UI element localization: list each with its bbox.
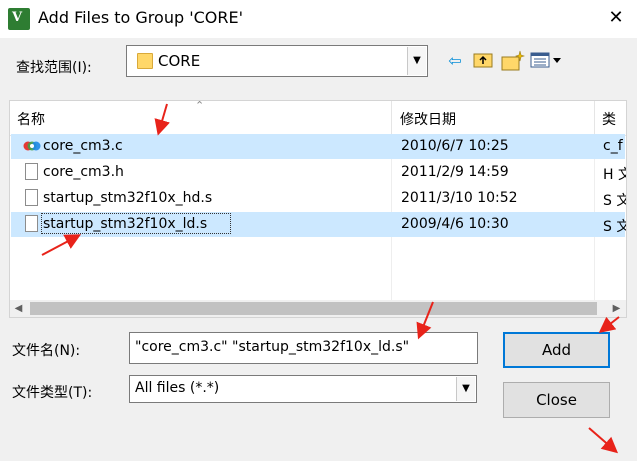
annotation-arrow xyxy=(588,427,619,454)
annotation-arrow xyxy=(416,301,434,340)
annotation-arrow xyxy=(41,234,82,256)
annotation-arrow xyxy=(154,103,170,136)
annotation-arrow xyxy=(598,316,620,333)
annotation-arrows xyxy=(41,103,620,454)
